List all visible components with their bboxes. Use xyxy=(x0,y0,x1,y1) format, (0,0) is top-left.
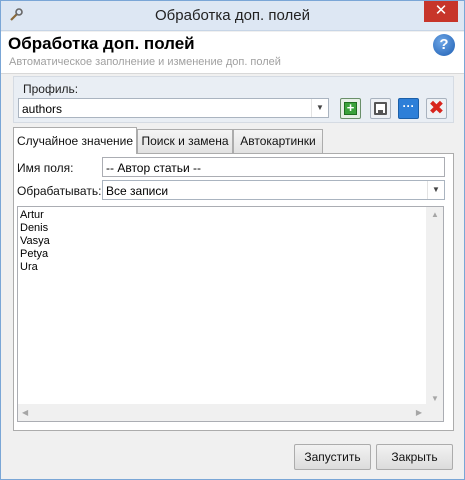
delete-icon: ✖ xyxy=(428,98,445,119)
list-item: Denis xyxy=(20,222,49,234)
field-name-value: -- Автор статьи -- xyxy=(106,161,202,175)
dialog-heading: Обработка доп. полей xyxy=(8,34,195,53)
list-item: Artur xyxy=(20,209,44,221)
scroll-left-icon[interactable]: ◀ xyxy=(22,408,28,417)
window-close-button[interactable]: ✕ xyxy=(424,1,458,22)
dialog-header: Обработка доп. полей Автоматическое запо… xyxy=(1,32,464,74)
delete-profile-button[interactable]: ✖ xyxy=(426,98,447,119)
field-name-input[interactable]: -- Автор статьи -- xyxy=(102,157,445,177)
dialog-window: Обработка доп. полей ✕ Обработка доп. по… xyxy=(0,0,465,480)
tab-search-replace[interactable]: Поиск и замена xyxy=(137,129,233,153)
tab-auto-images[interactable]: Автокартинки xyxy=(233,129,323,153)
list-item: Petya xyxy=(20,248,49,260)
vertical-scrollbar[interactable]: ▲ ▼ xyxy=(426,207,443,406)
list-item: Ura xyxy=(20,261,38,273)
scrollbar-corner xyxy=(426,404,443,421)
process-select-value: Все записи xyxy=(106,184,169,198)
close-button[interactable]: Закрыть xyxy=(376,444,453,470)
profile-select-value: authors xyxy=(22,102,63,116)
profile-menu-button[interactable]: ··· xyxy=(398,98,419,119)
field-name-label: Имя поля: xyxy=(17,161,74,175)
more-icon: ··· xyxy=(402,99,415,113)
title-bar[interactable]: Обработка доп. полей ✕ xyxy=(1,1,464,31)
horizontal-scrollbar[interactable]: ◀ ▶ xyxy=(18,404,426,421)
dialog-subtitle: Автоматическое заполнение и изменение до… xyxy=(9,56,281,68)
scroll-down-icon[interactable]: ▼ xyxy=(431,394,439,403)
tab-random-value[interactable]: Случайное значение xyxy=(13,127,137,154)
profile-label: Профиль: xyxy=(23,82,79,96)
profile-group: Профиль: authors ▼ + ··· ✖ xyxy=(13,76,454,123)
save-icon xyxy=(374,102,387,115)
scroll-right-icon[interactable]: ▶ xyxy=(416,408,422,417)
help-icon[interactable]: ? xyxy=(433,34,455,56)
profile-select[interactable]: authors ▼ xyxy=(18,98,329,118)
process-select[interactable]: Все записи ▼ xyxy=(102,180,445,200)
window-title: Обработка доп. полей xyxy=(155,7,310,24)
values-list: Artur Denis Vasya Petya Ura xyxy=(20,209,50,274)
chevron-down-icon[interactable]: ▼ xyxy=(311,99,328,117)
values-textarea[interactable]: Artur Denis Vasya Petya Ura ▲ ▼ ◀ ▶ xyxy=(17,206,444,422)
list-item: Vasya xyxy=(20,235,50,247)
save-profile-button[interactable] xyxy=(370,98,391,119)
process-label: Обрабатывать: xyxy=(17,184,102,198)
tab-panel: Имя поля: -- Автор статьи -- Обрабатыват… xyxy=(13,153,454,431)
run-button[interactable]: Запустить xyxy=(294,444,371,470)
add-icon: + xyxy=(344,101,357,115)
scroll-up-icon[interactable]: ▲ xyxy=(431,210,439,219)
chevron-down-icon[interactable]: ▼ xyxy=(427,181,444,199)
add-profile-button[interactable]: + xyxy=(340,98,361,119)
